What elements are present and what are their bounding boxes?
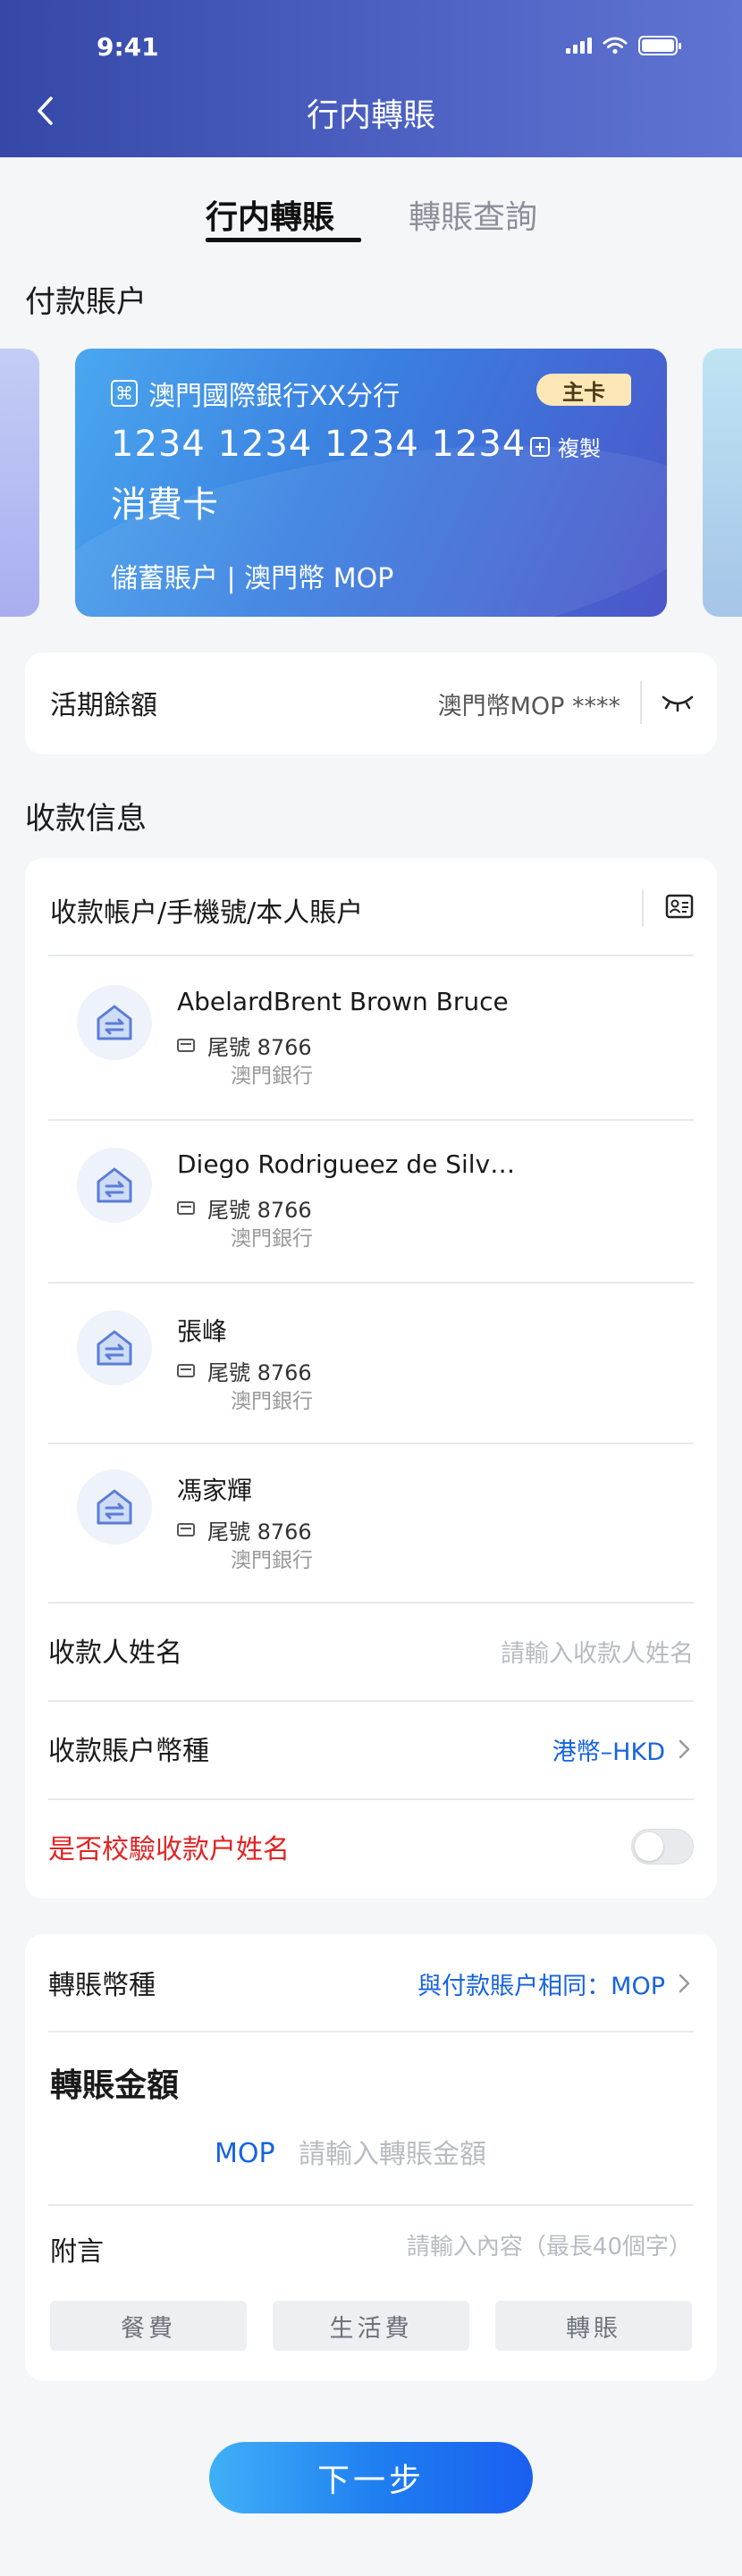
memo-quick-chips: 餐費 生活費 轉賬 bbox=[50, 2301, 692, 2351]
bank-transfer-icon bbox=[77, 1148, 152, 1223]
payee-list-item[interactable]: AbelardBrent Brown Bruce 尾號 8766 澳門銀行 bbox=[48, 958, 694, 1119]
payer-card[interactable]: ⌘ 澳門國際銀行XX分行 主卡 1234 1234 1234 1234 複製 消… bbox=[75, 349, 667, 617]
transfer-amount-title: 轉賬金額 bbox=[50, 2067, 180, 2104]
payee-bank: 澳門銀行 bbox=[231, 1390, 313, 1413]
previous-card[interactable] bbox=[0, 349, 39, 617]
balance-divider bbox=[640, 681, 642, 724]
bank-transfer-icon bbox=[77, 1310, 152, 1385]
card-bank-name: 澳門國際銀行XX分行 bbox=[148, 381, 401, 412]
balance-panel: 活期餘額 澳門幣MOP **** bbox=[25, 652, 717, 754]
payee-currency-row[interactable]: 收款賬户幣種 港幣–HKD bbox=[48, 1700, 694, 1800]
app-header: 9:41 行内轉賬 bbox=[0, 0, 742, 157]
payee-account-tail: 尾號 8766 bbox=[177, 1355, 312, 1386]
payee-list-item[interactable]: 馮家輝 尾號 8766 澳門銀行 bbox=[48, 1443, 694, 1604]
card-number: 1234 1234 1234 1234 bbox=[111, 424, 527, 465]
next-card[interactable] bbox=[703, 349, 742, 617]
transfer-currency-row[interactable]: 轉賬幣種 與付款賬户相同：MOP bbox=[48, 1934, 694, 2034]
payee-account-tail: 尾號 8766 bbox=[177, 1514, 312, 1545]
payee-tail-text: 尾號 8766 bbox=[207, 1198, 312, 1223]
chevron-right-icon bbox=[679, 1974, 690, 1993]
payee-name: AbelardBrent Brown Bruce bbox=[177, 987, 509, 1016]
payee-name: 張峰 bbox=[177, 1317, 228, 1346]
amount-currency: MOP bbox=[215, 2138, 275, 2169]
tab-intra-bank-transfer[interactable]: 行内轉賬 bbox=[206, 191, 334, 238]
copy-label: 複製 bbox=[558, 436, 601, 461]
status-icons bbox=[566, 36, 681, 55]
bank-logo-icon: ⌘ bbox=[111, 380, 138, 407]
memo-row: 附言 bbox=[50, 2229, 692, 2292]
transfer-amount-row: MOP bbox=[50, 2129, 692, 2183]
memo-label: 附言 bbox=[50, 2236, 104, 2268]
card-icon bbox=[177, 1523, 195, 1536]
page-title: 行内轉賬 bbox=[306, 97, 435, 134]
signal-icon bbox=[566, 38, 592, 54]
balance-value: 澳門幣MOP **** bbox=[437, 693, 620, 720]
memo-chip-living[interactable]: 生活費 bbox=[273, 2301, 469, 2351]
divider bbox=[48, 2204, 694, 2206]
payee-name-row[interactable]: 收款人姓名 請輸入收款人姓名 bbox=[48, 1602, 694, 1702]
card-type: 消費卡 bbox=[111, 484, 218, 526]
divider bbox=[48, 955, 694, 956]
payee-tail-text: 尾號 8766 bbox=[207, 1520, 312, 1545]
payee-bank: 澳門銀行 bbox=[231, 1065, 313, 1088]
payee-tail-text: 尾號 8766 bbox=[207, 1360, 312, 1385]
memo-chip-meal[interactable]: 餐費 bbox=[50, 2301, 247, 2351]
copy-button[interactable]: 複製 bbox=[529, 431, 601, 462]
tab-transfer-inquiry[interactable]: 轉賬查詢 bbox=[409, 191, 537, 238]
bank-transfer-icon bbox=[77, 1469, 152, 1545]
primary-card-badge: 主卡 bbox=[536, 374, 631, 406]
payee-bank: 澳門銀行 bbox=[231, 1549, 313, 1572]
payee-name-label: 收款人姓名 bbox=[48, 1637, 182, 1669]
memo-input[interactable] bbox=[334, 2229, 692, 2265]
toggle-balance-visibility-button[interactable] bbox=[660, 688, 696, 715]
verify-payee-name-label: 是否校驗收款户姓名 bbox=[48, 1834, 290, 1865]
payee-list-item[interactable]: 張峰 尾號 8766 澳門銀行 bbox=[48, 1284, 694, 1444]
payee-account-tail: 尾號 8766 bbox=[177, 1030, 312, 1061]
payee-panel: 收款帳户/手機號/本人賬户 AbelardBrent Brown Bruce 尾… bbox=[25, 858, 717, 1898]
next-step-button[interactable]: 下一步 bbox=[209, 2442, 533, 2513]
transfer-currency-value[interactable]: 與付款賬户相同：MOP bbox=[417, 1966, 665, 2001]
card-icon bbox=[177, 1039, 195, 1052]
transfer-panel: 轉賬幣種 與付款賬户相同：MOP 轉賬金額 MOP 附言 餐費 生活費 轉賬 bbox=[25, 1934, 717, 2381]
balance-label: 活期餘額 bbox=[50, 690, 157, 721]
active-tab-indicator bbox=[206, 238, 361, 242]
card-icon bbox=[177, 1364, 195, 1377]
status-time: 9:41 bbox=[97, 32, 159, 62]
payee-name-input[interactable]: 請輸入收款人姓名 bbox=[501, 1634, 694, 1669]
card-bank-row: ⌘ 澳門國際銀行XX分行 bbox=[111, 374, 400, 413]
copy-icon bbox=[530, 436, 550, 457]
payee-section-title: 收款信息 bbox=[25, 801, 147, 837]
payee-bank: 澳門銀行 bbox=[231, 1227, 313, 1250]
payer-section-title: 付款賬户 bbox=[25, 284, 147, 320]
contact-book-button[interactable] bbox=[665, 894, 694, 919]
payee-divider bbox=[642, 890, 644, 926]
toggle-knob bbox=[635, 1832, 663, 1861]
transfer-currency-label: 轉賬幣種 bbox=[48, 1970, 156, 2001]
card-icon bbox=[177, 1201, 195, 1215]
payee-currency-label: 收款賬户幣種 bbox=[48, 1736, 209, 1767]
payee-account-input[interactable]: 收款帳户/手機號/本人賬户 bbox=[50, 890, 363, 930]
wifi-icon bbox=[603, 37, 628, 55]
payee-list-item[interactable]: Diego Rodrigueez de Silv… 尾號 8766 澳門銀行 bbox=[48, 1121, 694, 1282]
payee-currency-value[interactable]: 港幣–HKD bbox=[552, 1732, 665, 1767]
eye-closed-icon bbox=[662, 695, 694, 712]
verify-payee-name-toggle[interactable] bbox=[631, 1829, 694, 1865]
payee-account-tail: 尾號 8766 bbox=[177, 1192, 312, 1224]
bank-transfer-icon bbox=[77, 985, 152, 1060]
memo-chip-transfer[interactable]: 轉賬 bbox=[495, 2301, 692, 2351]
payee-tail-text: 尾號 8766 bbox=[207, 1035, 312, 1060]
card-account-info: 儲蓄賬户 | 澳門幣 MOP bbox=[111, 563, 394, 594]
battery-icon bbox=[638, 36, 681, 55]
divider bbox=[48, 2031, 694, 2033]
transfer-amount-input[interactable] bbox=[299, 2136, 674, 2172]
contact-card-icon bbox=[665, 894, 694, 919]
verify-payee-name-row: 是否校驗收款户姓名 bbox=[48, 1798, 694, 1898]
payee-name: Diego Rodrigueez de Silv… bbox=[177, 1149, 516, 1179]
payee-name: 馮家輝 bbox=[177, 1476, 253, 1505]
chevron-right-icon bbox=[679, 1739, 690, 1759]
